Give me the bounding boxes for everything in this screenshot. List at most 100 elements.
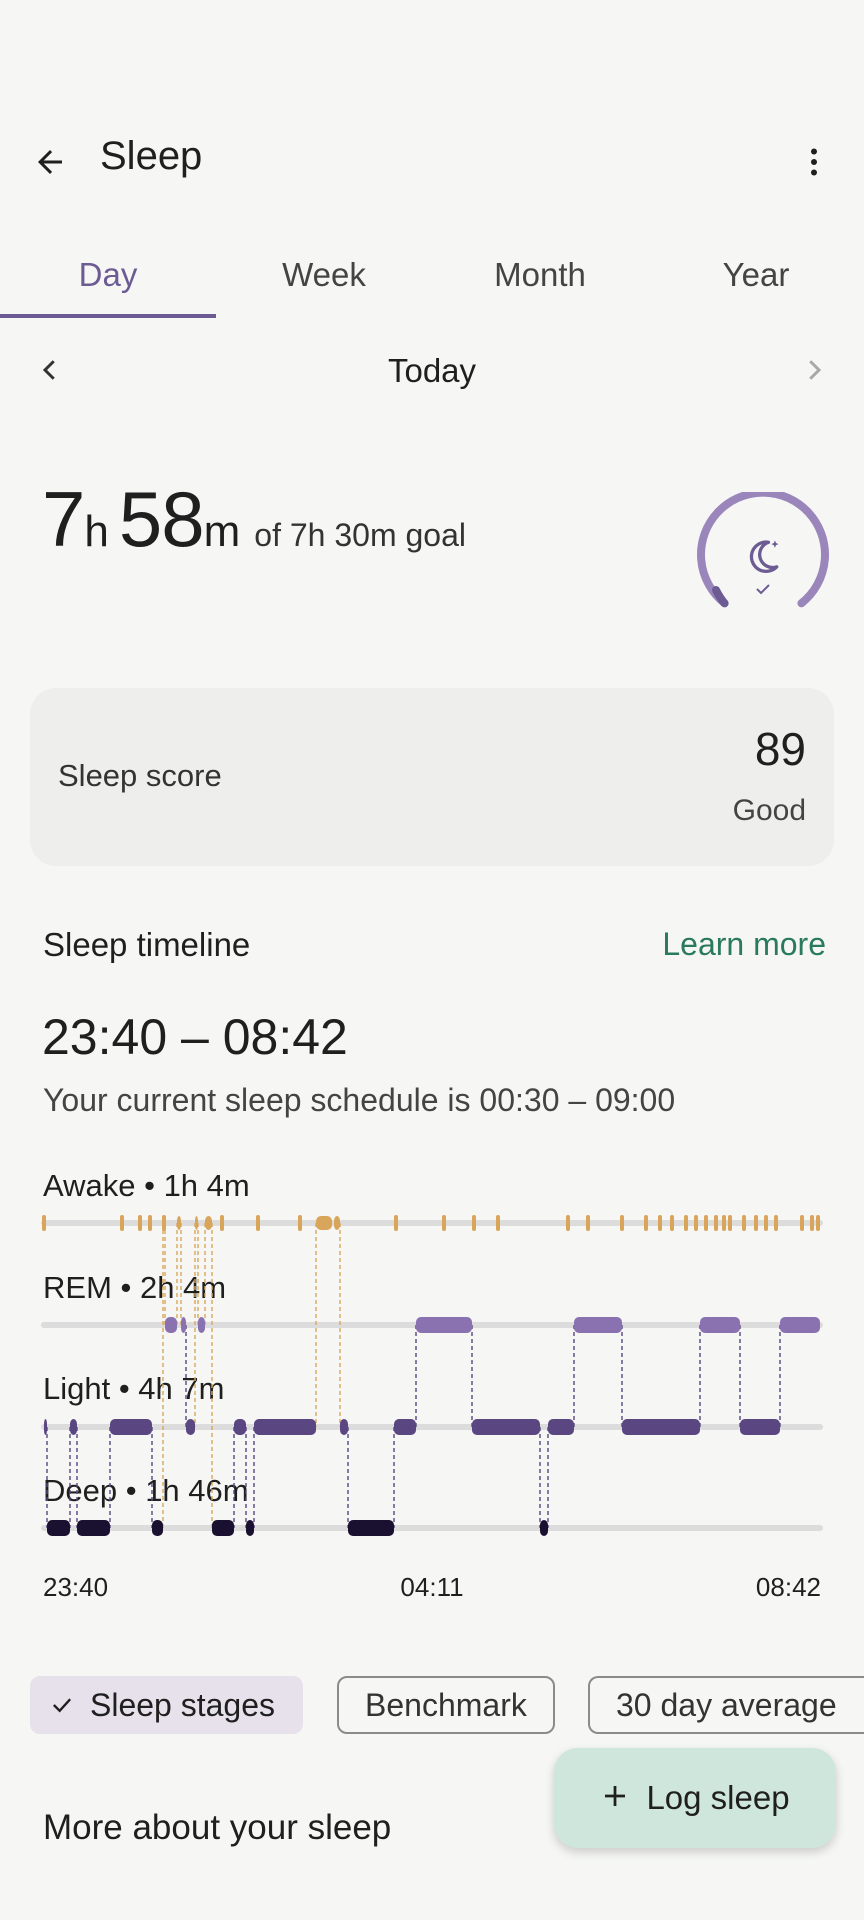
deep-segment	[212, 1520, 234, 1536]
more-options-button[interactable]	[788, 138, 840, 190]
awake-tick	[722, 1215, 726, 1231]
awake-tick	[298, 1215, 302, 1231]
rem-segment	[574, 1317, 622, 1333]
benchmark-chip-label: Benchmark	[365, 1686, 527, 1723]
awake-tick	[742, 1215, 746, 1231]
awake-tick	[670, 1215, 674, 1231]
light-segment	[394, 1419, 416, 1435]
goal-text: of 7h 30m goal	[254, 517, 466, 553]
rem-segment	[181, 1317, 186, 1333]
goal-progress-ring	[696, 488, 830, 626]
duration-minutes: 58	[118, 475, 205, 563]
awake-tick	[800, 1215, 804, 1231]
learn-more-link[interactable]: Learn more	[662, 926, 826, 963]
timeline-transitions	[46, 1223, 781, 1528]
goal-check-icon	[754, 582, 772, 601]
check-icon	[48, 1691, 76, 1719]
more-vert-icon	[796, 144, 832, 185]
chevron-left-icon	[35, 355, 65, 390]
light-segment	[740, 1419, 780, 1435]
awake-segment	[316, 1216, 332, 1230]
tab-month[interactable]: Month	[432, 232, 648, 318]
light-segment	[234, 1419, 246, 1435]
deep-segment	[77, 1520, 110, 1536]
awake-tick	[774, 1215, 778, 1231]
awake-tick	[496, 1215, 500, 1231]
next-day-button[interactable]	[792, 350, 836, 394]
timeline-segments	[42, 1215, 820, 1536]
rem-segment	[416, 1317, 472, 1333]
page-title: Sleep	[100, 134, 203, 178]
sleep-time-range: 23:40 – 08:42	[42, 1009, 348, 1065]
awake-segment	[177, 1216, 181, 1230]
deep-segment	[540, 1520, 548, 1536]
timeline-mid-time: 04:11	[400, 1572, 464, 1602]
moon-icon	[741, 534, 785, 583]
duration-hours: 7	[42, 475, 85, 563]
back-button[interactable]	[24, 138, 76, 190]
date-label: Today	[387, 352, 477, 389]
awake-tick	[816, 1215, 820, 1231]
add-icon	[600, 1781, 630, 1816]
sleep-timeline-title: Sleep timeline	[43, 926, 251, 963]
awake-tick	[728, 1215, 732, 1231]
awake-tick	[220, 1215, 224, 1231]
awake-segment	[334, 1216, 340, 1230]
light-segment	[110, 1419, 152, 1435]
awake-tick	[472, 1215, 476, 1231]
previous-day-button[interactable]	[28, 350, 72, 394]
light-segment	[622, 1419, 700, 1435]
tab-day[interactable]: Day	[0, 232, 216, 318]
rem-segment	[700, 1317, 740, 1333]
tab-year[interactable]: Year	[648, 232, 864, 318]
awake-tick	[442, 1215, 446, 1231]
sleep-score-value: 89	[754, 723, 806, 775]
sleep-stages-chip-label: Sleep stages	[90, 1686, 276, 1723]
awake-tick	[704, 1215, 708, 1231]
awake-tick	[586, 1215, 590, 1231]
tab-week[interactable]: Week	[216, 232, 432, 318]
log-sleep-label: Log sleep	[646, 1779, 790, 1816]
awake-tick	[694, 1215, 698, 1231]
duration-minutes-unit: m	[203, 507, 241, 556]
sleep-stages-chip[interactable]: Sleep stages	[30, 1676, 304, 1734]
awake-tick	[120, 1215, 124, 1231]
thirty-day-average-chip[interactable]: 30 day average	[588, 1676, 864, 1734]
sleep-score-card[interactable]: Sleep score 89 Good	[30, 688, 834, 866]
awake-tick	[764, 1215, 768, 1231]
light-segment	[472, 1419, 540, 1435]
arrow-back-icon	[32, 144, 68, 185]
sleep-score-label: Sleep score	[58, 758, 222, 793]
light-segment	[340, 1419, 348, 1435]
awake-tick	[620, 1215, 624, 1231]
light-segment	[254, 1419, 316, 1435]
deep-segment	[348, 1520, 394, 1536]
awake-segment	[205, 1216, 212, 1230]
timeline-tracks	[41, 1220, 823, 1531]
rem-segment	[165, 1317, 177, 1333]
light-segment	[186, 1419, 195, 1435]
awake-tick	[566, 1215, 570, 1231]
light-segment	[548, 1419, 574, 1435]
log-sleep-button[interactable]: Log sleep	[554, 1748, 836, 1848]
awake-segment	[163, 1216, 165, 1230]
sleep-score-rating: Good	[732, 794, 806, 827]
deep-segment	[152, 1520, 163, 1536]
benchmark-chip[interactable]: Benchmark	[337, 1676, 555, 1734]
sleep-timeline-chart	[41, 1215, 823, 1536]
deep-segment	[246, 1520, 254, 1536]
awake-tick	[394, 1215, 398, 1231]
rem-segment	[198, 1317, 205, 1333]
timeline-end-time: 08:42	[755, 1572, 821, 1602]
awake-tick	[644, 1215, 648, 1231]
awake-segment	[195, 1216, 198, 1230]
awake-tick	[810, 1215, 814, 1231]
light-segment	[44, 1419, 47, 1435]
thirty-day-average-chip-label: 30 day average	[616, 1686, 837, 1723]
deep-segment	[47, 1520, 70, 1536]
light-segment	[70, 1419, 77, 1435]
awake-tick	[148, 1215, 152, 1231]
chevron-right-icon	[799, 355, 829, 390]
awake-tick	[138, 1215, 142, 1231]
period-tabs: Day Week Month Year	[0, 232, 864, 318]
